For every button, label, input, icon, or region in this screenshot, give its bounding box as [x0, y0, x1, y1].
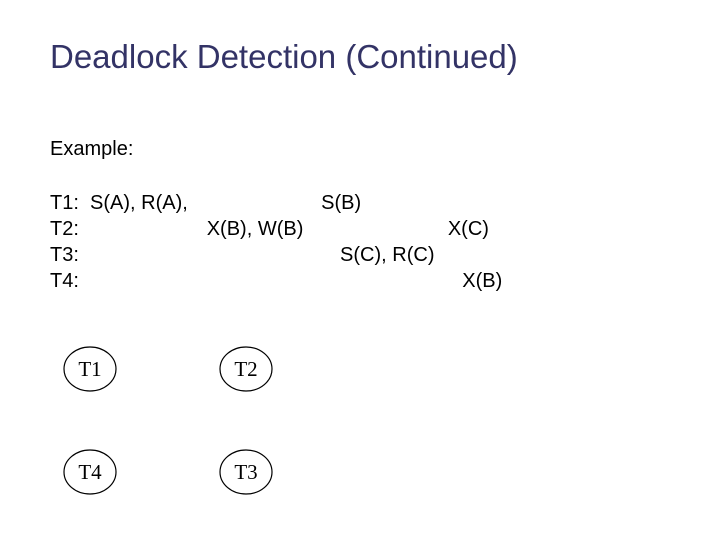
graph-node-label: T4	[78, 448, 101, 496]
graph-node-label: T3	[234, 448, 257, 496]
graph-node-t4: T4	[62, 448, 118, 496]
graph-node-t3: T3	[218, 448, 274, 496]
ellipse-icon	[218, 345, 274, 393]
tx-row-t4: T4: X(B)	[50, 270, 502, 292]
graph-node-t1: T1	[62, 345, 118, 393]
ellipse-icon	[218, 448, 274, 496]
page-title: Deadlock Detection (Continued)	[50, 38, 518, 76]
graph-node-label: T2	[234, 345, 257, 393]
tx-row-t3: T3: S(C), R(C)	[50, 244, 434, 266]
example-label: Example:	[50, 138, 133, 161]
ellipse-icon	[62, 345, 118, 393]
ellipse-icon	[62, 448, 118, 496]
transaction-schedule: T1: S(A), R(A), S(B) T2: X(B), W(B) X(C)…	[50, 190, 502, 294]
slide: Deadlock Detection (Continued) Example: …	[0, 0, 720, 540]
graph-node-label: T1	[78, 345, 101, 393]
tx-row-t1: T1: S(A), R(A), S(B)	[50, 192, 361, 214]
tx-row-t2: T2: X(B), W(B) X(C)	[50, 218, 489, 240]
graph-node-t2: T2	[218, 345, 274, 393]
